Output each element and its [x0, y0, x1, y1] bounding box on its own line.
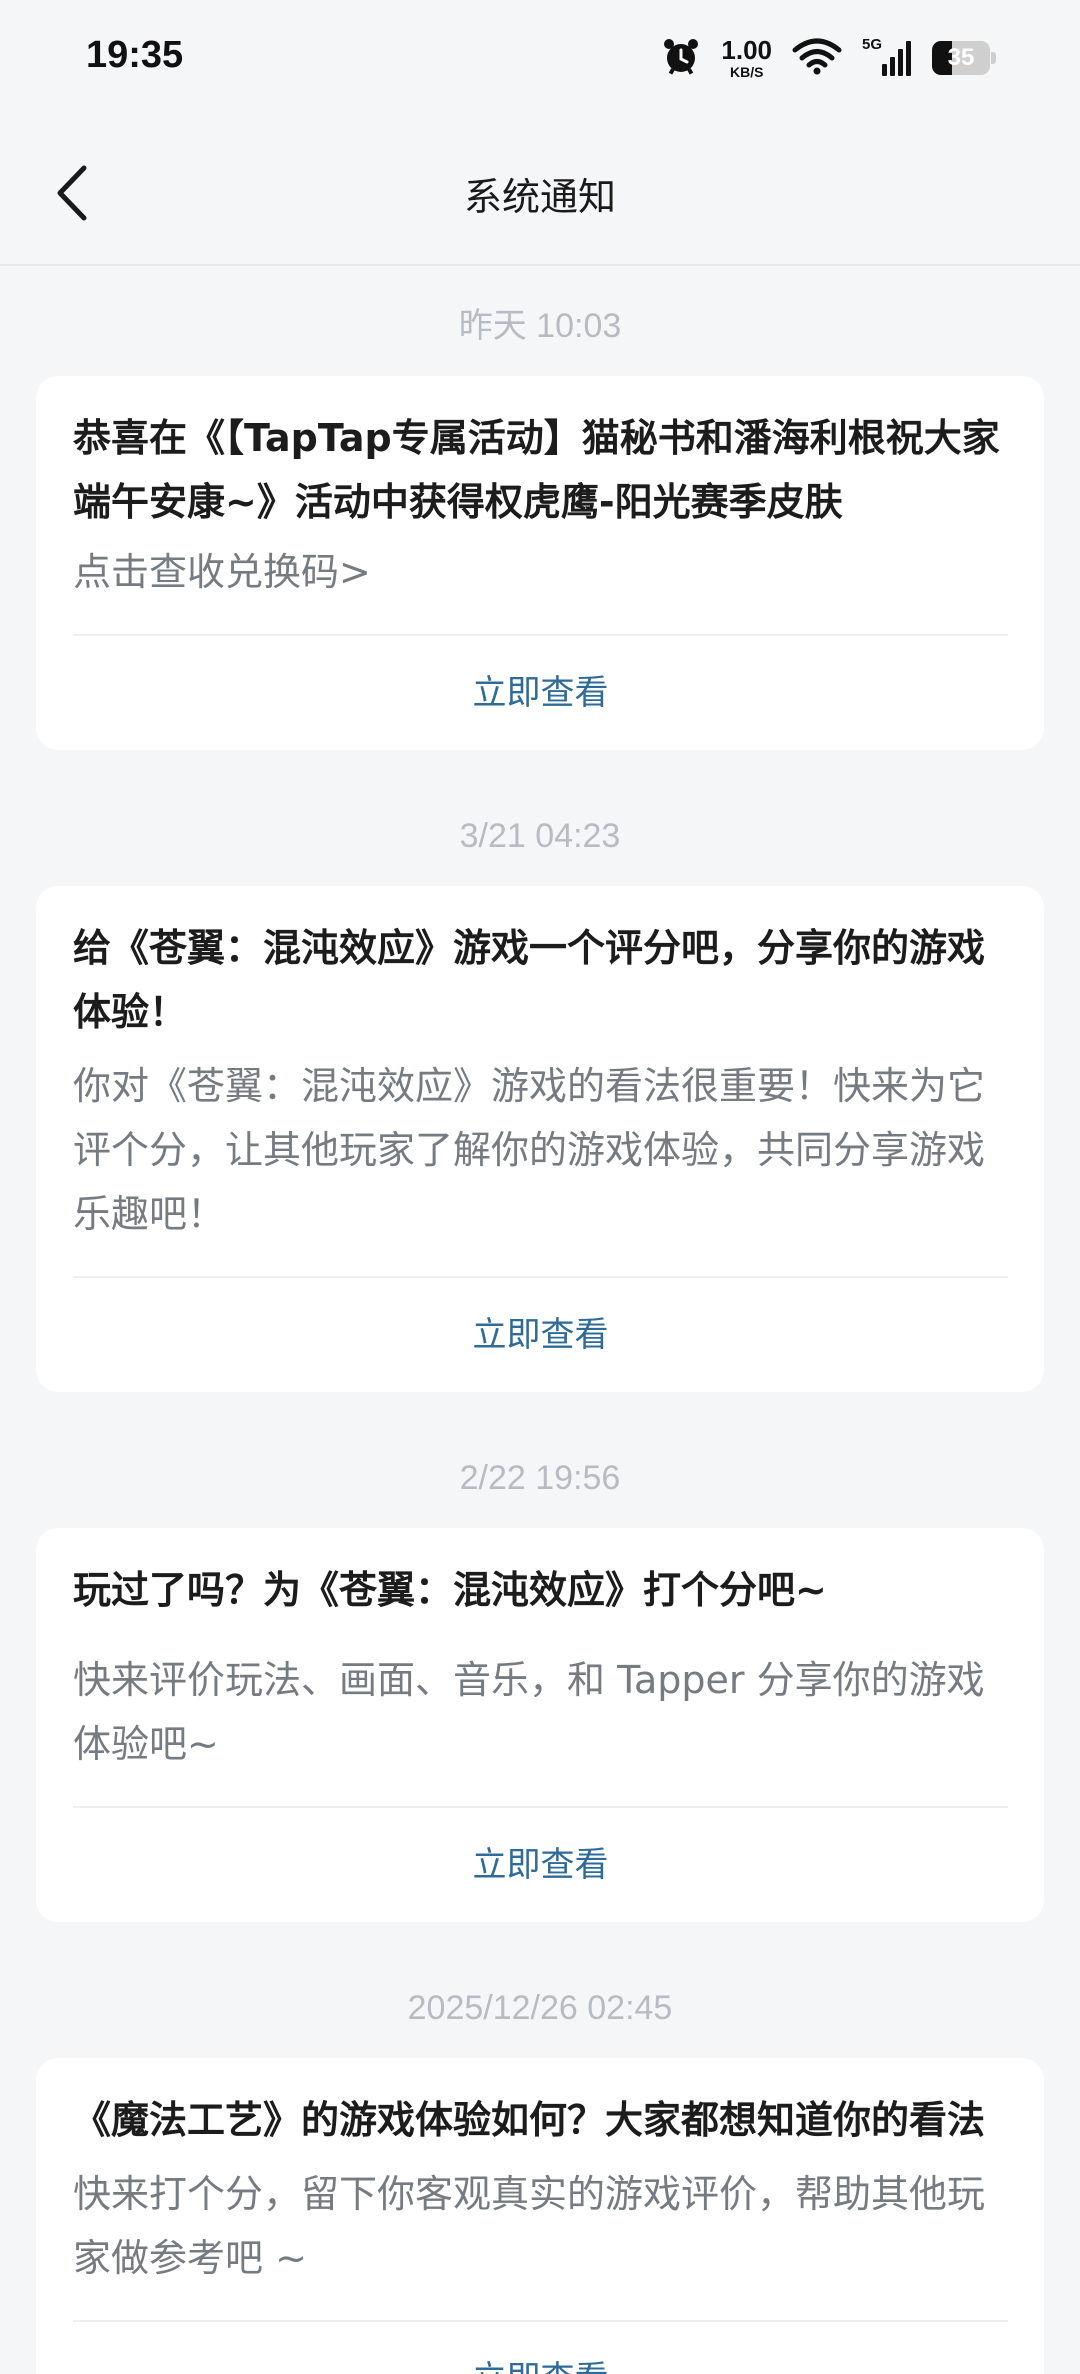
battery-level: 35 — [947, 44, 975, 71]
cellular-signal-icon: 5G — [862, 36, 912, 78]
notification-title: 给《苍翼：混沌效应》游戏一个评分吧，分享你的游戏体验！ — [73, 926, 986, 1034]
status-time: 19:35 — [86, 34, 184, 76]
notification-body: 快来评价玩法、画面、音乐，和 Tapper 分享你的游戏体验吧~ — [73, 1658, 985, 1766]
notification-timestamp: 3/21 04:23 — [459, 817, 621, 855]
notification-list[interactable]: 昨天 10:03 恭喜在《【TapTap专属活动】猫秘书和潘海利根祝大家端午安康… — [0, 266, 1080, 2374]
status-bar: 19:35 1.00 KB/S 5G 35 — [0, 0, 1080, 118]
notification-card[interactable]: 玩过了吗？为《苍翼：混沌效应》打个分吧~ 快来评价玩法、画面、音乐，和 Tapp… — [36, 1528, 1044, 1922]
notification-timestamp: 昨天 10:03 — [458, 307, 622, 345]
view-now-button[interactable]: 立即查看 — [73, 1808, 1008, 1922]
alarm-icon — [661, 36, 701, 80]
notification-body: 你对《苍翼：混沌效应》游戏的看法很重要！快来为它评个分，让其他玩家了解你的游戏体… — [73, 1064, 986, 1236]
notification-group: 2025/12/26 02:45 《魔法工艺》的游戏体验如何？大家都想知道你的看… — [0, 1984, 1080, 2374]
network-speed-value: 1.00 — [721, 35, 772, 65]
notification-card[interactable]: 恭喜在《【TapTap专属活动】猫秘书和潘海利根祝大家端午安康~》活动中获得权虎… — [36, 376, 1044, 750]
notification-card[interactable]: 给《苍翼：混沌效应》游戏一个评分吧，分享你的游戏体验！ 你对《苍翼：混沌效应》游… — [36, 886, 1044, 1392]
notification-timestamp: 2/22 19:56 — [459, 1459, 621, 1497]
notification-title: 玩过了吗？为《苍翼：混沌效应》打个分吧~ — [73, 1568, 827, 1612]
wifi-icon — [792, 37, 842, 79]
battery-icon: 35 — [932, 41, 996, 75]
notification-group: 昨天 10:03 恭喜在《【TapTap专属活动】猫秘书和潘海利根祝大家端午安康… — [0, 302, 1080, 750]
notification-timestamp: 2025/12/26 02:45 — [407, 1989, 673, 2027]
notification-group: 3/21 04:23 给《苍翼：混沌效应》游戏一个评分吧，分享你的游戏体验！ 你… — [0, 812, 1080, 1392]
notification-body[interactable]: 点击查收兑换码> — [73, 540, 1008, 604]
notification-title: 《魔法工艺》的游戏体验如何？大家都想知道你的看法 — [73, 2098, 986, 2142]
network-speed: 1.00 KB/S — [721, 37, 772, 79]
nav-bar: 系统通知 — [0, 118, 1080, 266]
notification-title: 恭喜在《【TapTap专属活动】猫秘书和潘海利根祝大家端午安康~》活动中获得权虎… — [73, 416, 1000, 524]
view-now-button[interactable]: 立即查看 — [73, 2322, 1008, 2374]
page-title: 系统通知 — [463, 175, 616, 219]
view-now-button[interactable]: 立即查看 — [73, 636, 1008, 750]
notification-body: 快来打个分，留下你客观真实的游戏评价，帮助其他玩家做参考吧 ~ — [73, 2172, 986, 2280]
status-icons: 1.00 KB/S 5G 35 — [661, 30, 996, 86]
network-speed-unit: KB/S — [729, 64, 764, 80]
notification-group: 2/22 19:56 玩过了吗？为《苍翼：混沌效应》打个分吧~ 快来评价玩法、画… — [0, 1454, 1080, 1922]
view-now-button[interactable]: 立即查看 — [73, 1278, 1008, 1392]
notification-card[interactable]: 《魔法工艺》的游戏体验如何？大家都想知道你的看法 快来打个分，留下你客观真实的游… — [36, 2058, 1044, 2374]
